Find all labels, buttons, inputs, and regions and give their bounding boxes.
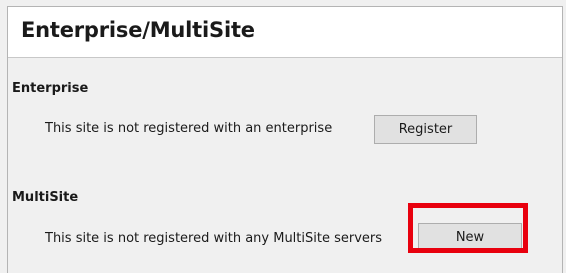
title-bar: Enterprise/MultiSite: [8, 7, 562, 58]
new-button-highlight: [408, 203, 528, 253]
enterprise-status-text: This site is not registered with an ente…: [45, 121, 333, 136]
page-title: Enterprise/MultiSite: [21, 18, 255, 42]
multisite-status-text: This site is not registered with any Mul…: [45, 231, 383, 246]
register-button[interactable]: Register: [374, 115, 477, 144]
multisite-heading: MultiSite: [12, 190, 79, 205]
enterprise-heading: Enterprise: [12, 81, 89, 96]
